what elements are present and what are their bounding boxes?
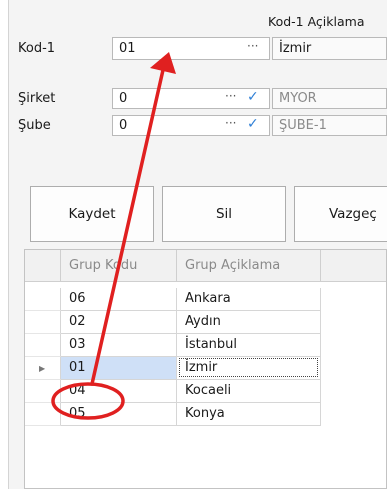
sube-label: Şube [18,118,51,133]
sube-check-icon: ✓ [247,116,259,132]
grup-kodu-cell[interactable]: 05 [61,403,177,426]
current-row-marker-icon: ▶ [25,357,61,380]
sil-button[interactable]: Sil [162,186,286,242]
sube-desc-field: ŞUBE-1 [272,115,387,136]
sube-value: 0 [119,118,128,133]
sirket-input[interactable]: 0 ··· ✓ [112,88,270,109]
sube-lookup-button[interactable]: ··· [225,116,236,130]
kod1-input[interactable]: 01 ··· [112,37,270,60]
grup-aciklama-cell[interactable]: Kocaeli [177,380,321,403]
kod1-aciklama-header: Kod-1 Açiklama [268,14,365,29]
kod1-label: Kod-1 [18,41,56,56]
sube-desc-value: ŞUBE-1 [279,118,327,133]
kod1-value: 01 [119,41,136,56]
kod1-lookup-button[interactable]: ··· [247,39,258,53]
grup-aciklama-cell[interactable]: İzmir [177,357,321,380]
grid-header-filler [321,250,386,282]
grid-header-grup-kodu[interactable]: Grup Kodu [61,250,177,282]
table-row[interactable]: 06 Ankara [25,288,386,311]
grup-aciklama-cell[interactable]: Aydın [177,311,321,334]
sirket-label: Şirket [18,91,56,106]
table-row[interactable]: 05 Konya [25,403,386,426]
grid-header-grup-aciklama[interactable]: Grup Açiklama [177,250,321,282]
kaydet-button[interactable]: Kaydet [30,186,154,242]
sirket-lookup-button[interactable]: ··· [225,89,236,103]
sirket-desc-field: MYOR [272,88,387,109]
row-indicator [25,403,61,426]
kod1-desc-value: İzmir [279,41,312,56]
group-grid[interactable]: Grup Kodu Grup Açiklama 06 Ankara 02 Ayd… [24,249,387,489]
grup-kodu-cell[interactable]: 03 [61,334,177,357]
row-indicator [25,311,61,334]
sirket-value: 0 [119,91,128,106]
grup-kodu-cell[interactable]: 06 [61,288,177,311]
row-indicator [25,288,61,311]
grup-kodu-cell[interactable]: 04 [61,380,177,403]
table-row[interactable]: 04 Kocaeli [25,380,386,403]
row-indicator [25,334,61,357]
row-indicator [25,380,61,403]
sube-input[interactable]: 0 ··· ✓ [112,115,270,136]
table-row[interactable]: 03 İstanbul [25,334,386,357]
table-row-selected[interactable]: ▶ 01 İzmir [25,357,386,380]
vazgec-button[interactable]: Vazgeç [294,186,387,242]
cell-focus-outline [179,358,318,377]
grup-aciklama-cell[interactable]: Ankara [177,288,321,311]
grup-aciklama-cell[interactable]: İstanbul [177,334,321,357]
grup-kodu-cell[interactable]: 01 [61,357,177,380]
grid-indicator-header [25,250,61,282]
grup-aciklama-cell[interactable]: Konya [177,403,321,426]
grup-kodu-cell[interactable]: 02 [61,311,177,334]
table-row[interactable]: 02 Aydın [25,311,386,334]
sirket-desc-value: MYOR [279,91,317,106]
kod1-desc-field: İzmir [272,37,387,60]
sirket-check-icon: ✓ [247,89,259,105]
